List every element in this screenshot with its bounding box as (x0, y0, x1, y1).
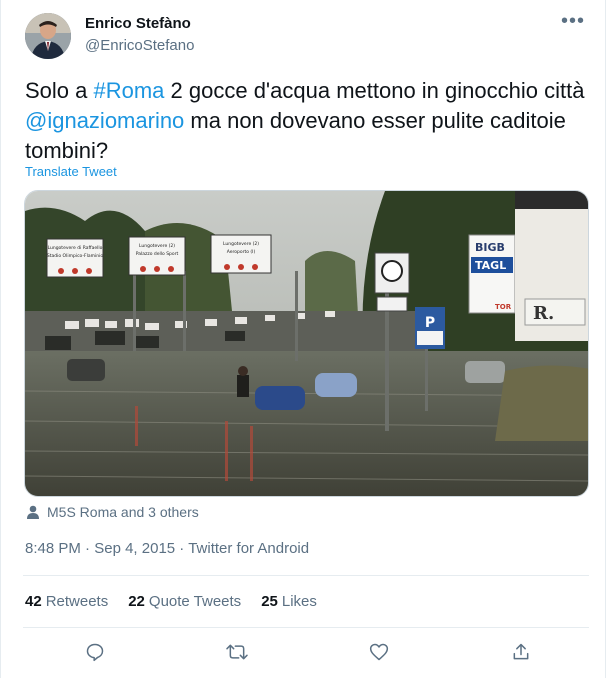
billboard-text: BIGB (475, 241, 505, 254)
likes-label: Likes (281, 593, 317, 610)
tweet-container: Enrico Stefàno @EnricoStefano ••• Solo a… (0, 0, 606, 678)
divider (23, 575, 589, 576)
car (465, 361, 505, 383)
reply-icon[interactable] (81, 638, 109, 666)
billboard-text: TAGL (475, 259, 506, 272)
sign-text: Stadio Olimpico-Flaminio (47, 253, 103, 259)
store-sign: R. (515, 191, 588, 341)
sign-text: Aeroporto (I) (227, 249, 256, 255)
car (255, 386, 305, 410)
billboard-text: TOR (495, 303, 512, 311)
parking-sign: P (415, 307, 445, 349)
sign-text: Palazzo dello Sport (136, 251, 179, 257)
author-name[interactable]: Enrico Stefàno (85, 15, 191, 32)
sign-text: Lungotevere (2) (139, 243, 175, 249)
road-sign-2: Lungotevere (2) Palazzo dello Sport (128, 236, 186, 276)
separator: · (85, 540, 95, 557)
tweet-time[interactable]: 8:48 PM (25, 540, 81, 557)
avatar[interactable] (25, 13, 71, 59)
hashtag-link[interactable]: #Roma (94, 78, 165, 103)
flood-photo: Lungotevere di Raffaello Stadio Olimpico… (25, 191, 588, 496)
retweets-label: Retweets (45, 593, 109, 610)
retweets-count: 42 (25, 593, 42, 610)
tweet-meta: 8:48 PM · Sep 4, 2015 · Twitter for Andr… (25, 540, 309, 557)
retweet-icon[interactable] (223, 638, 251, 666)
like-icon[interactable] (365, 638, 393, 666)
author-handle[interactable]: @EnricoStefano (85, 37, 194, 54)
quotes-label: Quote Tweets (148, 593, 242, 610)
translate-link[interactable]: Translate Tweet (25, 164, 117, 179)
tweet-stats: 42 Retweets 22 Quote Tweets 25 Likes (25, 593, 337, 610)
more-icon[interactable]: ••• (561, 10, 585, 33)
car (67, 359, 105, 381)
road-sign-3: Lungotevere (2) Aeroporto (I) (210, 234, 272, 274)
sign-text: Lungotevere (2) (223, 241, 259, 247)
billboard: BIGB TAGL TOR (468, 234, 516, 314)
tweet-date[interactable]: Sep 4, 2015 (94, 540, 175, 557)
tweet-source[interactable]: Twitter for Android (188, 540, 309, 557)
retweets-stat[interactable]: 42 Retweets (25, 593, 108, 610)
person-icon (27, 505, 39, 519)
liked-by-row[interactable]: M5S Roma and 3 others (27, 504, 199, 520)
tweet-text: Solo a #Roma 2 gocce d'acqua mettono in … (25, 76, 585, 166)
likes-stat[interactable]: 25 Likes (261, 593, 317, 610)
share-icon[interactable] (507, 638, 535, 666)
divider (23, 627, 589, 628)
parking-letter: P (425, 315, 435, 331)
quotes-count: 22 (128, 593, 145, 610)
mention-link[interactable]: @ignaziomarino (25, 108, 184, 133)
avatar-image (25, 13, 71, 59)
person (237, 375, 249, 397)
separator: · (179, 540, 189, 557)
tweet-text-part: 2 gocce d'acqua mettono in ginocchio cit… (164, 78, 585, 103)
quotes-stat[interactable]: 22 Quote Tweets (128, 593, 241, 610)
tweet-text-part: Solo a (25, 78, 94, 103)
store-letter: R. (533, 303, 554, 324)
road-sign-1: Lungotevere di Raffaello Stadio Olimpico… (46, 238, 104, 278)
likes-count: 25 (261, 593, 278, 610)
liked-by-text: M5S Roma and 3 others (47, 504, 199, 520)
sign-text: Lungotevere di Raffaello (48, 245, 103, 251)
action-bar (23, 638, 589, 666)
tweet-photo[interactable]: Lungotevere di Raffaello Stadio Olimpico… (24, 190, 589, 497)
car (315, 373, 357, 397)
